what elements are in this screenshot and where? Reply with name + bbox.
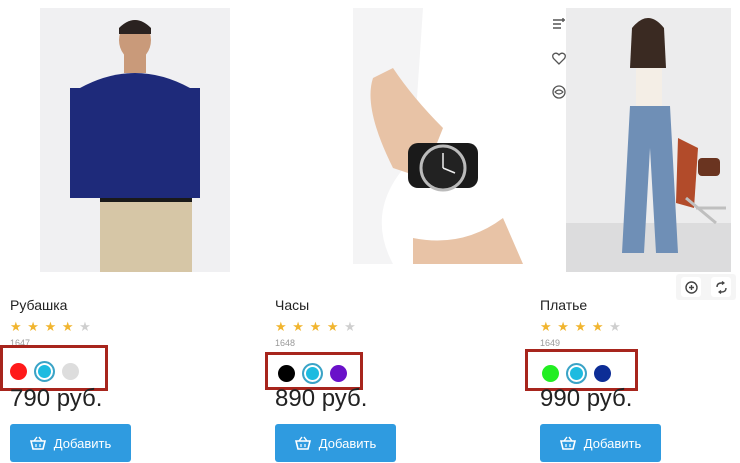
color-swatch-green[interactable]: [542, 364, 559, 382]
color-swatches: [10, 360, 79, 382]
star-icon: ★: [61, 319, 75, 334]
color-swatches: [542, 362, 611, 384]
compare-icon: [553, 18, 565, 29]
star-icon: ★: [574, 319, 588, 334]
product-title[interactable]: Платье: [540, 297, 587, 313]
rating-stars: ★ ★ ★ ★ ★: [275, 319, 357, 335]
star-icon: ★: [292, 319, 305, 334]
add-to-cart-button[interactable]: Добавить: [540, 424, 661, 462]
rating-count: 1647: [10, 338, 31, 348]
quick-view-button[interactable]: [549, 82, 569, 102]
star-icon: ★: [540, 319, 553, 334]
product-card-watch: Часы ★ ★ ★ ★ ★ 1648 890 руб. Добавить: [265, 0, 527, 463]
star-icon: ★: [79, 319, 92, 334]
rotate-icon: [715, 280, 727, 294]
add-button-label: Добавить: [53, 435, 112, 451]
image-mini-tools: [676, 274, 736, 300]
compare-button[interactable]: [549, 14, 569, 34]
favorite-button[interactable]: [549, 48, 569, 68]
product-price: 790 руб.: [10, 385, 103, 412]
color-swatch-cyan[interactable]: [34, 360, 55, 382]
product-title[interactable]: Часы: [275, 297, 309, 313]
add-button-label: Добавить: [318, 435, 377, 451]
star-icon: ★: [44, 319, 58, 334]
product-image-shirt[interactable]: [40, 8, 230, 272]
star-icon: ★: [557, 319, 570, 334]
product-price: 890 руб.: [275, 385, 368, 412]
star-icon: ★: [275, 319, 288, 334]
color-swatch-cyan[interactable]: [566, 362, 587, 384]
star-icon: ★: [591, 319, 605, 334]
product-image-dress[interactable]: [566, 8, 731, 272]
add-button-label: Добавить: [583, 435, 642, 451]
rating-stars: ★ ★ ★ ★ ★: [10, 319, 92, 335]
color-swatch-black[interactable]: [278, 364, 295, 382]
zoom-icon: [684, 280, 698, 294]
color-swatch-red[interactable]: [10, 362, 27, 380]
rotate-button[interactable]: [711, 277, 731, 297]
product-card-shirt: Рубашка ★ ★ ★ ★ ★ 1647 790 руб. Добавить: [0, 0, 260, 463]
eye-icon: [552, 85, 566, 99]
add-to-cart-button[interactable]: Добавить: [275, 424, 396, 462]
product-image-watch[interactable]: [353, 8, 527, 264]
color-swatches: [278, 362, 347, 384]
star-icon: ★: [344, 319, 357, 334]
basket-icon: [294, 436, 311, 450]
star-icon: ★: [609, 319, 622, 334]
star-icon: ★: [27, 319, 40, 334]
basket-icon: [29, 436, 46, 450]
rating-stars: ★ ★ ★ ★ ★: [540, 319, 622, 335]
basket-icon: [559, 436, 576, 450]
star-icon: ★: [309, 319, 323, 334]
color-swatch-gray[interactable]: [62, 362, 79, 380]
rating-count: 1649: [540, 338, 561, 348]
star-icon: ★: [10, 319, 23, 334]
star-icon: ★: [326, 319, 340, 334]
add-to-cart-button[interactable]: Добавить: [10, 424, 131, 462]
color-swatch-cyan[interactable]: [302, 362, 323, 384]
color-swatch-navy[interactable]: [594, 364, 611, 382]
product-side-tools: [549, 14, 569, 116]
color-swatch-purple[interactable]: [330, 364, 347, 382]
rating-count: 1648: [275, 338, 296, 348]
product-title[interactable]: Рубашка: [10, 297, 67, 313]
product-price: 990 руб.: [540, 385, 633, 412]
zoom-button[interactable]: [681, 277, 701, 297]
heart-icon: [552, 52, 566, 65]
